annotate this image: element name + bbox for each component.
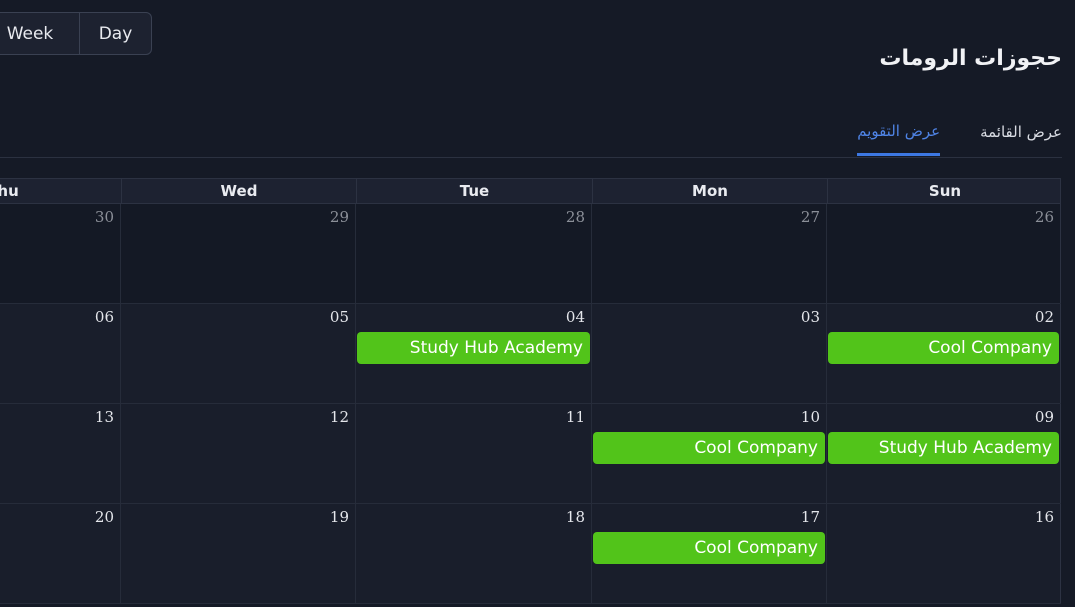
week-view-button[interactable]: Week <box>0 13 80 54</box>
booking-event[interactable]: Cool Company <box>593 432 825 464</box>
calendar-week-row: 30 29 28 27 26 <box>0 204 1061 304</box>
day-number: 26 <box>1034 208 1054 226</box>
weekday-mon: Mon <box>592 179 827 203</box>
day-cell[interactable]: 11 <box>355 404 591 503</box>
tab-list-view[interactable]: عرض القائمة <box>980 108 1062 156</box>
page-title: حجوزات الرومات <box>879 46 1062 71</box>
day-number: 17 <box>800 508 820 526</box>
calendar-week-row: 20 19 18 17 Cool Company 16 <box>0 504 1061 604</box>
day-number: 19 <box>329 508 349 526</box>
day-cell[interactable]: 29 <box>120 204 355 303</box>
view-switcher: Week Day <box>0 12 152 55</box>
day-cell[interactable]: 19 <box>120 504 355 603</box>
day-number: 12 <box>329 408 349 426</box>
day-cell[interactable]: 17 Cool Company <box>591 504 826 603</box>
calendar-week-row: 13 12 11 10 Cool Company 09 Study Hub Ac… <box>0 404 1061 504</box>
day-number: 09 <box>1034 408 1054 426</box>
day-number: 16 <box>1034 508 1054 526</box>
day-number: 03 <box>800 308 820 326</box>
tab-calendar-view[interactable]: عرض التقويم <box>857 108 941 156</box>
day-cell[interactable]: 20 <box>0 504 120 603</box>
day-number: 20 <box>94 508 114 526</box>
day-number: 11 <box>565 408 585 426</box>
day-cell[interactable]: 02 Cool Company <box>826 304 1061 403</box>
day-number: 06 <box>94 308 114 326</box>
booking-event[interactable]: Cool Company <box>593 532 825 564</box>
day-cell[interactable]: 28 <box>355 204 591 303</box>
day-cell[interactable]: 06 <box>0 304 120 403</box>
day-cell[interactable]: 13 <box>0 404 120 503</box>
day-cell[interactable]: 10 Cool Company <box>591 404 826 503</box>
day-view-button[interactable]: Day <box>80 13 151 54</box>
day-number: 04 <box>565 308 585 326</box>
day-cell[interactable]: 12 <box>120 404 355 503</box>
day-number: 27 <box>800 208 820 226</box>
booking-event[interactable]: Study Hub Academy <box>357 332 590 364</box>
booking-event[interactable]: Study Hub Academy <box>828 432 1059 464</box>
day-cell[interactable]: 03 <box>591 304 826 403</box>
day-cell[interactable]: 16 <box>826 504 1061 603</box>
booking-event[interactable]: Cool Company <box>828 332 1059 364</box>
day-cell[interactable]: 27 <box>591 204 826 303</box>
weekday-sun: Sun <box>827 179 1062 203</box>
day-number: 13 <box>94 408 114 426</box>
day-cell[interactable]: 05 <box>120 304 355 403</box>
day-number: 18 <box>565 508 585 526</box>
day-cell[interactable]: 04 Study Hub Academy <box>355 304 591 403</box>
tabs-divider <box>0 157 1062 158</box>
day-cell[interactable]: 18 <box>355 504 591 603</box>
view-tabs: عرض القائمة عرض التقويم <box>857 108 1062 156</box>
day-number: 29 <box>329 208 349 226</box>
day-cell[interactable]: 26 <box>826 204 1061 303</box>
weekday-wed: Wed <box>121 179 356 203</box>
day-number: 02 <box>1034 308 1054 326</box>
weekday-header: Thu Wed Tue Mon Sun <box>0 178 1061 204</box>
calendar-page: Week Day حجوزات الرومات عرض القائمة عرض … <box>0 0 1075 607</box>
weekday-tue: Tue <box>356 179 592 203</box>
day-number: 05 <box>329 308 349 326</box>
month-calendar: Thu Wed Tue Mon Sun 30 29 28 27 26 06 05… <box>0 178 1061 604</box>
day-number: 28 <box>565 208 585 226</box>
weekday-thu: Thu <box>0 182 19 200</box>
day-cell[interactable]: 30 <box>0 204 120 303</box>
day-number: 10 <box>800 408 820 426</box>
day-number: 30 <box>94 208 114 226</box>
day-cell[interactable]: 09 Study Hub Academy <box>826 404 1061 503</box>
calendar-week-row: 06 05 04 Study Hub Academy 03 02 Cool Co… <box>0 304 1061 404</box>
